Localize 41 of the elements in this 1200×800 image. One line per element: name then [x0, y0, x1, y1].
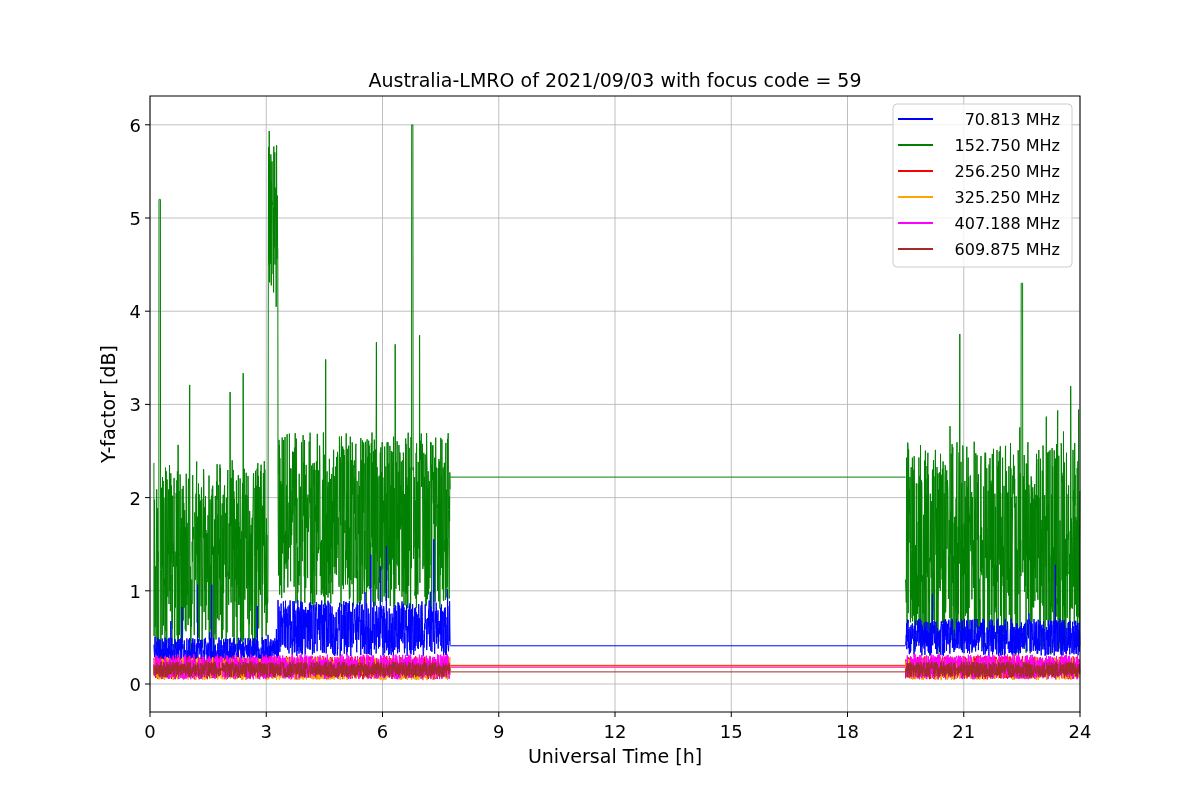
tick-label: 15 [719, 721, 743, 742]
legend-label: 609.875 MHz [954, 240, 1060, 259]
tick-mark [382, 711, 383, 718]
x-axis-label: Universal Time [h] [527, 745, 703, 767]
tick-label: 3 [129, 394, 141, 416]
legend-label: 325.250 MHz [954, 188, 1060, 207]
tick-label: 2 [129, 487, 141, 509]
tick-mark [144, 497, 151, 499]
y-axis-label: Y-factor [dB] [97, 345, 119, 463]
tick-mark [149, 711, 151, 718]
legend-label: 70.813 MHz [964, 110, 1060, 129]
tick-mark [1079, 711, 1081, 718]
tick-label: 5 [129, 208, 141, 229]
legend-label: 407.188 MHz [954, 214, 1060, 233]
tick-label: 4 [129, 301, 141, 323]
tick-mark [847, 711, 848, 718]
tick-label: 9 [493, 721, 505, 742]
tick-label: 24 [1068, 721, 1092, 742]
tick-label: 0 [144, 721, 156, 742]
legend-label: 152.750 MHz [954, 136, 1060, 155]
tick-mark [614, 711, 616, 718]
tick-label: 6 [129, 114, 141, 136]
tick-label: 6 [376, 721, 389, 742]
tick-label: 3 [260, 721, 272, 742]
tick-label: 21 [952, 721, 976, 742]
legend-label: 256.250 MHz [954, 162, 1060, 181]
tick-label: 18 [836, 721, 859, 742]
tick-mark [144, 310, 151, 312]
tick-label: 0 [129, 674, 141, 695]
tick-mark [498, 711, 500, 718]
tick-mark [144, 217, 151, 219]
tick-mark [963, 711, 965, 718]
tick-mark [144, 590, 151, 592]
tick-mark [144, 403, 151, 405]
tick-label: 1 [129, 580, 141, 602]
tick-label: 12 [603, 721, 627, 742]
tick-mark [144, 124, 151, 126]
tick-mark [730, 711, 732, 718]
chart-title: Australia-LMRO of 2021/09/03 with focus code = 59 [368, 69, 862, 91]
tick-mark [265, 711, 267, 718]
tick-mark [144, 683, 151, 685]
